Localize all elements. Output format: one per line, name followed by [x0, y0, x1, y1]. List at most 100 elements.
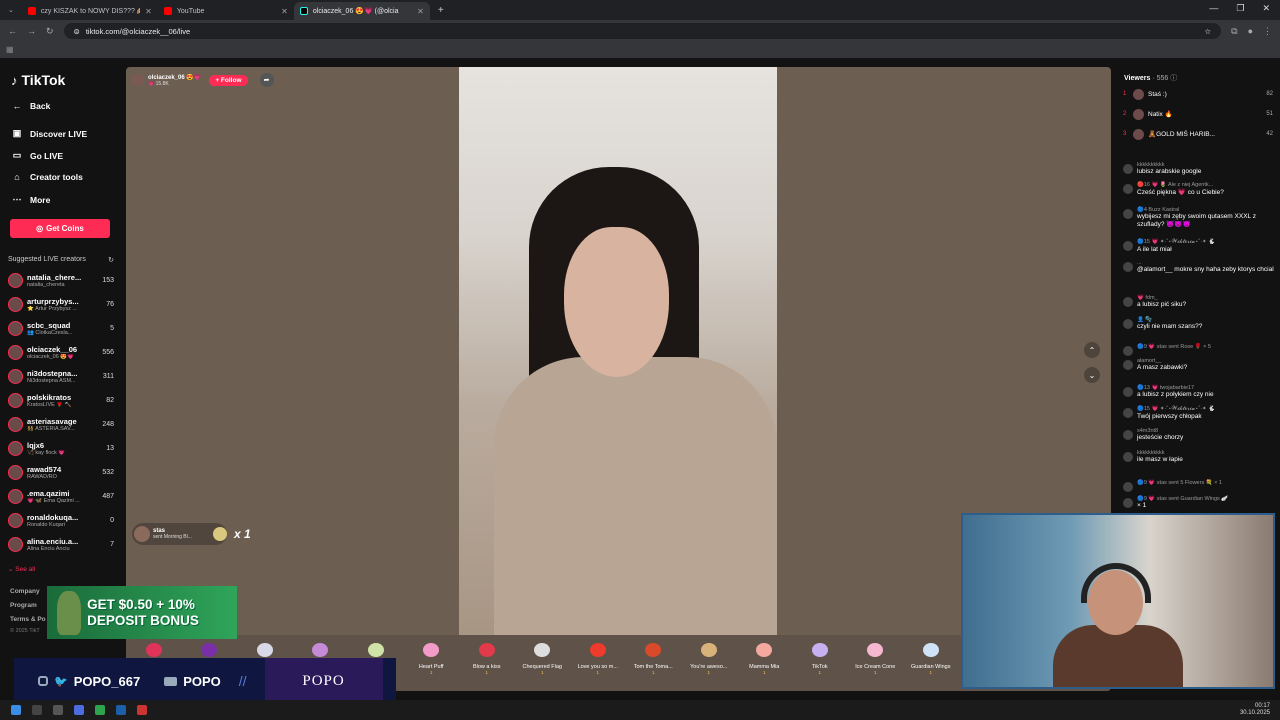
chat-message[interactable]: 💗 fdm_ a lubisz pić siku?: [1123, 295, 1275, 308]
extensions-icon[interactable]: ⧉: [1231, 26, 1237, 37]
next-live-button[interactable]: ⌄: [1084, 367, 1100, 383]
app-icon[interactable]: [137, 705, 147, 715]
avatar: [1133, 108, 1144, 120]
steam-icon[interactable]: [116, 705, 126, 715]
creator-item[interactable]: alina.enciu.a... Alina Enciu Anciu 7: [8, 533, 114, 555]
tab-list-chevron-icon[interactable]: ⌄: [8, 6, 14, 14]
host-avatar[interactable]: [132, 74, 144, 86]
chat-message[interactable]: kkkkkkkkkk lubisz arabskie google: [1123, 162, 1275, 175]
chat-message[interactable]: 🔵15 💗 ✦·˚⋆𝓦𝓲𝓴𝓽𝓸𝓻𝓲𝓪⋆˚·✦ 🐇 A ile lat miał: [1123, 239, 1275, 253]
tiktok-logo[interactable]: ♪ TikTok: [11, 72, 65, 88]
creator-item[interactable]: scbc_squad 👥 ClotkaCzesla... 5: [8, 317, 114, 339]
browser-tabbar: ⌄ czy KISZAK to NOWY DIS??? 🙈 ✕ YouTube …: [0, 0, 1280, 20]
chat-message[interactable]: ... @alamort__ mokre sny haha zeby ktory…: [1123, 260, 1275, 273]
site-info-icon[interactable]: ⊜: [74, 27, 80, 36]
creator-item[interactable]: arturprzybys... ⭐ Artur Przybysz ... 76: [8, 293, 114, 315]
gift-item[interactable]: Mamma Mia 1: [737, 635, 793, 691]
chat-message[interactable]: 🔵9 💗 stas sent Guardian Wings 🪽 × 1: [1123, 496, 1275, 509]
refresh-icon[interactable]: ↻: [108, 256, 114, 264]
forward-arrow-icon[interactable]: →: [27, 26, 36, 36]
chat-message[interactable]: 🔵4 Buzz Kastral wybijesz mi zęby swoim q…: [1123, 207, 1275, 228]
social-overlay: 🐦 POPO_667 POPO // POPO: [14, 658, 396, 704]
tab-youtube-video[interactable]: czy KISZAK to NOWY DIS??? 🙈 ✕: [22, 2, 158, 20]
footer-program[interactable]: Program: [10, 602, 37, 609]
creator-item[interactable]: natalia_chere... natalia_chereta 153: [8, 269, 114, 291]
chat-message[interactable]: alamort__ A masz zabawki?: [1123, 358, 1275, 371]
gift-item[interactable]: You're aweso... 1: [681, 635, 737, 691]
menu-kebab-icon[interactable]: ⋮: [1263, 26, 1272, 37]
viewer-row[interactable]: 3 🧸GOLD MIŚ HARIB... 42: [1123, 127, 1273, 141]
footer-terms[interactable]: Terms & Po: [10, 616, 46, 623]
chevron-down-icon: ⌄: [1088, 370, 1096, 380]
nav-more[interactable]: ⋯ More: [12, 194, 51, 205]
chat-message[interactable]: 👤 🫧 czyli nie mam szans??: [1123, 317, 1275, 330]
back-arrow-icon[interactable]: ←: [8, 26, 17, 36]
close-tab-icon[interactable]: ✕: [417, 7, 424, 16]
live-video[interactable]: [459, 67, 777, 637]
creator-item[interactable]: rawad574 RAWAD/RO 532: [8, 461, 114, 483]
chat-message[interactable]: 🔵9 💗 stas sent 5 Flowers 💐 × 1: [1123, 480, 1275, 492]
creator-item[interactable]: polskikratos KratosLIVE 🌹 🔨 82: [8, 389, 114, 411]
previous-live-button[interactable]: ⌃: [1084, 342, 1100, 358]
chat-message[interactable]: 🔵15 💗 ✦·˚⋆𝓦𝓲𝓴𝓽𝓸𝓻𝓲𝓪⋆˚·✦ 🐇 Twój pierwszy c…: [1123, 406, 1275, 420]
creator-item[interactable]: ni3dostepna... Ni3dostepna ASM... 311: [8, 365, 114, 387]
maximize-icon[interactable]: ❐: [1236, 3, 1244, 14]
info-icon[interactable]: ⓘ: [1170, 75, 1177, 82]
chat-message[interactable]: 🔴16 💗 🌷 Ale z niej Agentk... Cześć piękn…: [1123, 182, 1275, 196]
chat-message[interactable]: 🔵9 💗 stas sent Rose 🌹 × 5: [1123, 344, 1275, 356]
gift-item[interactable]: Guardian Wings 1: [903, 635, 959, 691]
gift-notification: stas sent Morning Bl...: [132, 523, 227, 545]
nav-go-live[interactable]: ▭ Go LIVE: [12, 150, 63, 161]
chat-message[interactable]: 🔵13 💗 twojabarbie17 a lubisz z połykiem …: [1123, 385, 1275, 398]
creator-item[interactable]: ronaldokuqa... Ronaldo Kuqari 0: [8, 509, 114, 531]
reload-icon[interactable]: ↻: [46, 26, 54, 37]
chat-message[interactable]: kkkkkkkkkk ile masz w łapie: [1123, 450, 1275, 463]
apps-grid-icon[interactable]: ▦: [6, 45, 14, 54]
close-tab-icon[interactable]: ✕: [281, 7, 288, 16]
nav-back[interactable]: ← Back: [12, 101, 51, 111]
avatar: [1123, 387, 1133, 397]
see-all-link[interactable]: ⌄ See all: [8, 565, 35, 573]
gift-item[interactable]: Tom the Toma... 1: [626, 635, 682, 691]
task-view-icon[interactable]: [53, 705, 63, 715]
viewer-row[interactable]: 1 Staś :) 82: [1123, 87, 1273, 101]
new-tab-icon[interactable]: +: [438, 5, 444, 16]
get-coins-button[interactable]: ◎ Get Coins: [10, 219, 110, 238]
creator-item[interactable]: lqjx6 🏹 kay flock 💗 13: [8, 437, 114, 459]
gift-item[interactable]: Ice Cream Cone 1: [848, 635, 904, 691]
search-icon[interactable]: [32, 705, 42, 715]
footer-company[interactable]: Company: [10, 588, 40, 595]
viewers-header[interactable]: Viewers · 556 ⓘ: [1124, 73, 1177, 83]
close-tab-icon[interactable]: ✕: [145, 7, 152, 16]
viewer-row[interactable]: 2 Natix 🔥 51: [1123, 107, 1273, 121]
gift-item[interactable]: TikTok 1: [792, 635, 848, 691]
tab-youtube[interactable]: YouTube ✕: [158, 2, 294, 20]
nav-discover-live[interactable]: ▣ Discover LIVE: [12, 128, 87, 139]
chrome-icon[interactable]: [95, 705, 105, 715]
bookmark-star-icon[interactable]: ☆: [1204, 27, 1211, 36]
gift-item[interactable]: Chequered Flag 1: [515, 635, 571, 691]
gift-item[interactable]: Blow a kiss 1: [459, 635, 515, 691]
avatar: [1123, 209, 1133, 219]
tab-tiktok-live[interactable]: olciaczek_06 😍💗 (@olcia ✕: [293, 2, 430, 20]
nav-creator-tools[interactable]: ⌂ Creator tools: [12, 172, 83, 182]
start-icon[interactable]: [11, 705, 21, 715]
creator-item[interactable]: .ema.qazimi 💗 🦋 Ema Qazimi ... 487: [8, 485, 114, 507]
host-name[interactable]: olciaczek_06 😍💗: [148, 74, 201, 81]
creator-item[interactable]: asteriasavage 👯 ASTERIA.SAV... 248: [8, 413, 114, 435]
gift-item[interactable]: Heart Puff 1: [404, 635, 460, 691]
chevron-up-icon: ⌃: [1088, 345, 1096, 355]
share-icon[interactable]: ➦: [259, 73, 274, 87]
suggested-header: Suggested LIVE creators ↻: [8, 256, 114, 264]
more-icon: ⋯: [12, 194, 22, 204]
system-clock[interactable]: 00:17 30.10.2025: [1240, 703, 1270, 717]
discord-icon[interactable]: [74, 705, 84, 715]
chat-message[interactable]: s4m3nt8 jesteście chorzy: [1123, 428, 1275, 441]
close-window-icon[interactable]: ✕: [1262, 3, 1270, 14]
minimize-icon[interactable]: —: [1209, 3, 1218, 14]
follow-button[interactable]: + Follow: [209, 74, 248, 86]
profile-icon[interactable]: ●: [1248, 26, 1253, 36]
creator-item[interactable]: olciaczek__06 olciaczek_06 😍💗 556: [8, 341, 114, 363]
gift-item[interactable]: Love you so m... 1: [570, 635, 626, 691]
url-field[interactable]: ⊜ tiktok.com/@olciaczek__06/live ☆: [63, 23, 1222, 39]
